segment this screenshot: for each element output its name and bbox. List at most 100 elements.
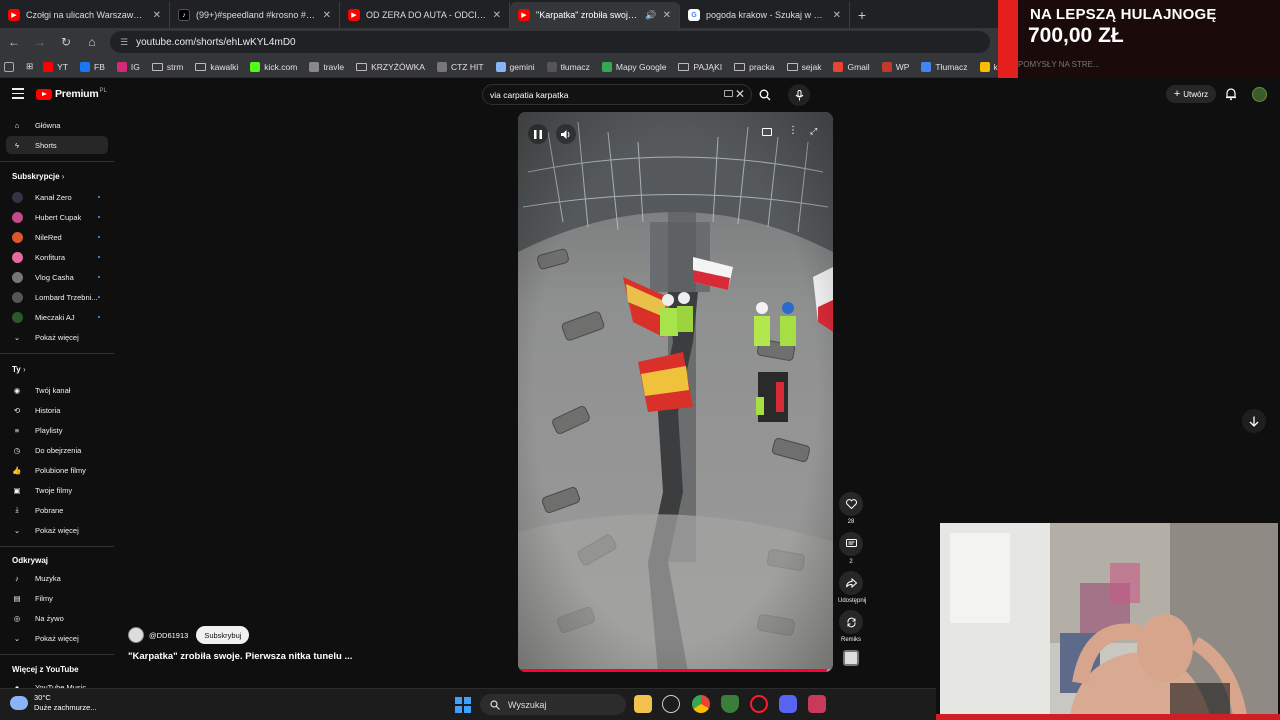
video-progress-bar[interactable] bbox=[518, 669, 833, 672]
site-info-icon[interactable]: ☰ bbox=[120, 37, 128, 48]
reload-icon[interactable]: ↻ bbox=[54, 30, 78, 54]
sidebar-item[interactable]: ≡ Playlisty bbox=[6, 421, 108, 439]
sidebar-item[interactable]: ϟ Shorts bbox=[6, 136, 108, 154]
bell-icon[interactable] bbox=[1224, 87, 1238, 101]
short-title[interactable]: "Karpatka" zrobiła swoje. Pierwsza nitka… bbox=[128, 651, 352, 662]
discord-icon[interactable] bbox=[779, 695, 797, 713]
bookmark-item[interactable]: PAJĄKI bbox=[678, 62, 722, 72]
shorts-video-player[interactable]: ⋮ ⤢ bbox=[518, 112, 833, 672]
sidebar-item[interactable]: ◷ Do obejrzenia bbox=[6, 441, 108, 459]
sidebar-item[interactable]: Lombard Trzebni... bbox=[6, 288, 108, 306]
close-icon[interactable]: ✕ bbox=[493, 10, 501, 21]
taskbar-search[interactable]: Wyszukaj bbox=[480, 694, 626, 715]
subscribe-button[interactable]: Subskrybuj bbox=[196, 626, 250, 644]
sidebar-item[interactable]: Vlog Casha bbox=[6, 268, 108, 286]
new-tab-button[interactable]: + bbox=[850, 2, 874, 28]
sidebar-item[interactable]: ⟲ Historia bbox=[6, 401, 108, 419]
close-icon[interactable]: ✕ bbox=[833, 10, 841, 21]
channel-avatar[interactable] bbox=[128, 627, 144, 643]
bookmark-item[interactable]: strm bbox=[151, 62, 183, 72]
channel-handle[interactable]: @DD61913 bbox=[149, 631, 188, 640]
task-view-icon[interactable] bbox=[662, 695, 680, 713]
like-action[interactable]: 28 bbox=[838, 492, 864, 525]
weather-widget[interactable]: 30°C Duże zachmurze... bbox=[10, 693, 97, 713]
sidebar-item[interactable]: ◉ Twój kanał bbox=[6, 381, 108, 399]
browser-tab[interactable]: ▶ Czołgi na ulicach Warszawy! Na ✕ bbox=[0, 2, 170, 28]
bookmark-item[interactable]: Mapy Google bbox=[601, 61, 666, 72]
back-arrow-icon[interactable]: ← bbox=[2, 30, 26, 54]
windows-start-icon[interactable] bbox=[455, 697, 471, 713]
chrome-icon[interactable] bbox=[692, 695, 710, 713]
bookmark-label: PAJĄKI bbox=[693, 61, 723, 72]
menu-icon[interactable] bbox=[12, 88, 24, 99]
sidebar-item[interactable]: ⌄ Pokaż więcej bbox=[6, 629, 108, 647]
grid-icon[interactable]: ⊞ bbox=[26, 61, 33, 72]
shield-icon[interactable] bbox=[721, 695, 739, 713]
home-icon[interactable]: ⌂ bbox=[80, 30, 104, 54]
browser-tab[interactable]: ▶ OD ZERA DO AUTA - ODCINEK ✕ bbox=[340, 2, 510, 28]
sidebar-item[interactable]: NileRed bbox=[6, 228, 108, 246]
bookmark-item[interactable]: FB bbox=[80, 61, 105, 72]
bookmark-item[interactable]: pracka bbox=[734, 62, 775, 72]
opera-icon[interactable] bbox=[750, 695, 768, 713]
share-action[interactable]: Udostępnij bbox=[838, 571, 866, 604]
sidebar-item[interactable]: Konfitura bbox=[6, 248, 108, 266]
comments-action[interactable]: 2 bbox=[838, 532, 864, 565]
sidebar-item[interactable]: Hubert Cupak bbox=[6, 208, 108, 226]
fullscreen-icon[interactable]: ⤢ bbox=[810, 126, 817, 137]
sidebar-item[interactable]: Kanał Zero bbox=[6, 188, 108, 206]
volume-button[interactable] bbox=[556, 124, 576, 144]
youtube-premium-logo[interactable]: Premium PL bbox=[36, 88, 107, 100]
sidebar-item[interactable]: 👍 Polubione filmy bbox=[6, 461, 108, 479]
sidebar-item[interactable]: ⌄ Pokaż więcej bbox=[6, 328, 108, 346]
sidebar-item[interactable]: ▤ Filmy bbox=[6, 589, 108, 607]
sidebar-item[interactable]: ◎ Na żywo bbox=[6, 609, 108, 627]
create-button[interactable]: + Utwórz bbox=[1166, 85, 1216, 103]
search-button[interactable] bbox=[754, 84, 776, 105]
keyboard-icon[interactable] bbox=[724, 90, 733, 97]
apps-icon[interactable] bbox=[4, 61, 18, 72]
bookmark-item[interactable]: IG bbox=[116, 61, 140, 72]
forward-arrow-icon[interactable]: → bbox=[28, 30, 52, 54]
bookmark-item[interactable]: kawalki bbox=[195, 62, 238, 72]
search-input[interactable]: via carpatia karpatka ✕ bbox=[482, 84, 752, 105]
bookmark-item[interactable]: Gmail bbox=[833, 61, 870, 72]
streaming-app-icon[interactable] bbox=[808, 695, 826, 713]
sidebar-item[interactable]: ♪ Muzyka bbox=[6, 569, 108, 587]
more-options-icon[interactable]: ⋮ bbox=[788, 125, 798, 136]
bookmark-item[interactable]: sejak bbox=[786, 62, 821, 72]
bookmark-item[interactable]: WP bbox=[881, 61, 909, 72]
sidebar-item[interactable]: ⌄ Pokaż więcej bbox=[6, 521, 108, 539]
bookmark-item[interactable]: CTZ HIT bbox=[436, 61, 484, 72]
sidebar-item[interactable]: ⤓ Pobrane bbox=[6, 501, 108, 519]
remix-action[interactable]: Remiks bbox=[838, 610, 864, 643]
close-icon[interactable]: ✕ bbox=[663, 10, 671, 21]
sidebar-item[interactable]: ⌂ Główna bbox=[6, 116, 108, 134]
audio-thumbnail[interactable] bbox=[843, 650, 859, 666]
pause-button[interactable] bbox=[528, 124, 548, 144]
bookmark-item[interactable]: kick.com bbox=[250, 61, 297, 72]
browser-tab[interactable]: G pogoda krakow - Szukaj w Goo ✕ bbox=[680, 2, 850, 28]
browser-tab-active[interactable]: ▶ "Karpatka" zrobiła swoje. Pi 🔊 ✕ bbox=[510, 2, 680, 28]
bookmark-item[interactable]: KRZYŻÓWKA bbox=[356, 62, 425, 72]
voice-search-button[interactable] bbox=[788, 84, 810, 106]
captions-icon[interactable] bbox=[762, 128, 772, 136]
close-icon[interactable]: ✕ bbox=[323, 10, 331, 21]
browser-tab[interactable]: ♪ (99+)#speedland #krosno #bud ✕ bbox=[170, 2, 340, 28]
file-explorer-icon[interactable] bbox=[634, 695, 652, 713]
clear-search-icon[interactable]: ✕ bbox=[735, 87, 745, 101]
bookmark-item[interactable]: gemini bbox=[495, 61, 535, 72]
sidebar-item[interactable]: ▣ Twoje filmy bbox=[6, 481, 108, 499]
sidebar-item[interactable]: Mieczaki AJ bbox=[6, 308, 108, 326]
account-avatar[interactable] bbox=[1252, 87, 1267, 102]
bookmark-item[interactable]: travle bbox=[309, 61, 344, 72]
bookmark-item[interactable]: Tłumacz bbox=[921, 61, 968, 72]
speaker-icon[interactable]: 🔊 bbox=[645, 10, 656, 21]
sidebar-section-heading[interactable]: Subskrypcje › bbox=[12, 172, 64, 181]
bookmark-item[interactable]: YT bbox=[43, 61, 68, 72]
next-short-button[interactable] bbox=[1242, 409, 1266, 433]
bookmark-item[interactable]: tłumacz bbox=[546, 61, 590, 72]
address-bar[interactable]: ☰ youtube.com/shorts/ehLwKYL4mD0 bbox=[110, 31, 990, 53]
sidebar-section-heading[interactable]: Ty › bbox=[12, 365, 26, 374]
close-icon[interactable]: ✕ bbox=[153, 10, 161, 21]
